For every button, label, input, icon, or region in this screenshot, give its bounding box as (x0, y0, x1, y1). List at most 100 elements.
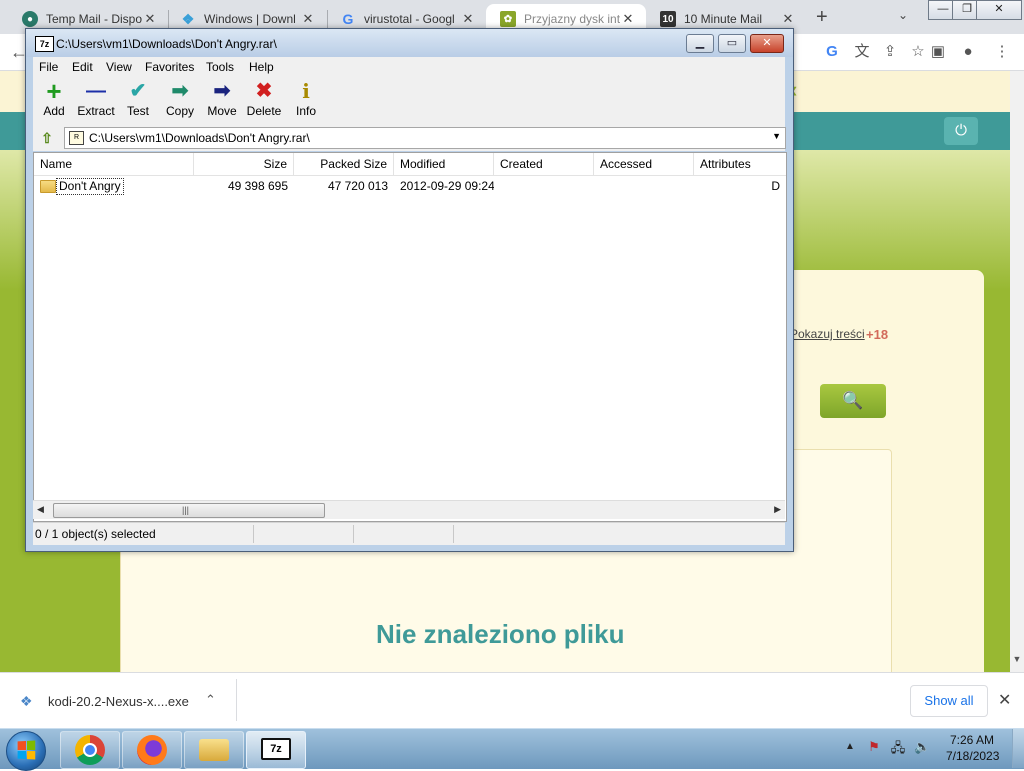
add-button[interactable]: + Add (33, 78, 75, 123)
download-bar: ❖ kodi-20.2-Nexus-x....exe ⌃ Show all ✕ (0, 672, 1024, 729)
file-name[interactable]: Don't Angry (56, 178, 124, 195)
side-panel-icon[interactable]: ▣ (928, 42, 948, 62)
share-icon[interactable]: ⇪ (880, 42, 900, 62)
search-icon: 🔍 (842, 391, 864, 410)
close-button[interactable]: ✕ (750, 34, 784, 53)
column-name[interactable]: Name (34, 153, 194, 175)
bookmark-star-icon[interactable]: ☆ (908, 42, 928, 62)
close-icon[interactable]: ✕ (300, 11, 316, 27)
file-attributes: D (771, 179, 780, 193)
show-all-button[interactable]: Show all (910, 685, 988, 717)
new-tab-button[interactable]: + (816, 6, 828, 29)
column-packed-size[interactable]: Packed Size (294, 153, 394, 175)
close-icon[interactable]: ✕ (620, 11, 636, 27)
tab-label: Przyjazny dysk int (524, 12, 620, 26)
divider (236, 679, 237, 721)
google-lens-icon[interactable]: G (822, 42, 842, 62)
file-modified: 2012-09-29 09:24 (400, 179, 494, 193)
tray-chevron-up-icon[interactable]: ▲ (845, 741, 855, 752)
scroll-left-icon[interactable]: ◀ (37, 504, 44, 515)
kodi-icon: ❖ (20, 693, 33, 709)
file-packed-size: 47 720 013 (327, 179, 388, 193)
profile-icon[interactable]: ● (958, 42, 978, 62)
tenminutemail-icon: 10 (660, 11, 676, 27)
maximize-button[interactable]: ▭ (718, 34, 746, 53)
7zip-toolbar: + Add — Extract ✔ Test ➡ Copy ➡ Move ✖ D… (33, 77, 785, 125)
window-title: C:\Users\vm1\Downloads\Don't Angry.rar\ (56, 37, 277, 51)
extract-button[interactable]: — Extract (75, 79, 117, 123)
file-list: Name Size Packed Size Modified Created A… (33, 152, 787, 522)
status-divider (353, 525, 354, 543)
page-scrollbar[interactable] (1010, 71, 1024, 672)
translate-icon[interactable]: 文 (852, 42, 872, 62)
file-size: 49 398 695 (227, 179, 288, 193)
file-list-header: Name Size Packed Size Modified Created A… (34, 153, 786, 176)
windows-logo-icon (17, 740, 36, 760)
search-button[interactable]: 🔍 (820, 384, 886, 418)
7zip-title-bar[interactable]: 7z C:\Users\vm1\Downloads\Don't Angry.ra… (26, 29, 793, 57)
menu-help[interactable]: Help (249, 60, 274, 74)
chrome-icon (75, 735, 105, 765)
tab-search-icon[interactable]: ⌄ (898, 8, 908, 22)
network-icon[interactable]: 🖧 (890, 739, 906, 755)
browser-close-button[interactable]: ✕ (976, 0, 1022, 20)
taskbar-firefox[interactable] (122, 731, 182, 769)
firefox-icon (137, 735, 167, 765)
scroll-down-icon[interactable]: ▼ (1010, 654, 1024, 670)
address-field[interactable]: R C:\Users\vm1\Downloads\Don't Angry.rar… (64, 127, 786, 149)
column-created[interactable]: Created (494, 153, 594, 175)
taskbar-explorer[interactable] (184, 731, 244, 769)
close-icon[interactable]: ✕ (780, 11, 796, 27)
status-divider (253, 525, 254, 543)
column-modified[interactable]: Modified (394, 153, 494, 175)
taskbar-chrome[interactable] (60, 731, 120, 769)
column-accessed[interactable]: Accessed (594, 153, 694, 175)
volume-icon[interactable]: 🔈 (914, 739, 930, 755)
close-icon[interactable]: ✕ (142, 11, 158, 27)
scroll-right-icon[interactable]: ▶ (774, 504, 781, 515)
chevron-up-icon[interactable]: ⌃ (205, 692, 216, 708)
google-icon: G (342, 11, 354, 27)
move-button[interactable]: ➡ Move (201, 79, 243, 123)
horizontal-scrollbar[interactable]: ◀ ||| ▶ (33, 500, 785, 519)
menu-view[interactable]: View (106, 60, 132, 74)
copy-button[interactable]: ➡ Copy (159, 79, 201, 123)
file-accessed (594, 177, 694, 195)
table-row[interactable]: Don't Angry 49 398 695 47 720 013 2012-0… (34, 177, 786, 195)
status-bar: 0 / 1 object(s) selected (33, 522, 785, 545)
up-folder-icon[interactable]: ⇧ (38, 129, 56, 147)
taskbar-7zip[interactable]: 7z (246, 731, 306, 769)
menu-dots-icon[interactable]: ⋮ (992, 42, 1012, 62)
address-text: C:\Users\vm1\Downloads\Don't Angry.rar\ (89, 131, 310, 145)
delete-button[interactable]: ✖ Delete (243, 79, 285, 123)
tempmail-icon: ● (22, 11, 38, 27)
menu-favorites[interactable]: Favorites (145, 60, 194, 74)
menu-file[interactable]: File (39, 60, 58, 74)
chevron-down-icon[interactable]: ▼ (772, 131, 781, 141)
menu-tools[interactable]: Tools (206, 60, 234, 74)
info-button[interactable]: i Info (285, 79, 327, 123)
checkmark-icon: ✔ (129, 80, 147, 102)
power-icon[interactable]: ⏻ (944, 117, 978, 145)
scrollbar-thumb[interactable]: ||| (53, 503, 325, 518)
download-filename[interactable]: kodi-20.2-Nexus-x....exe (48, 694, 189, 709)
test-button[interactable]: ✔ Test (117, 79, 159, 123)
minimize-button[interactable]: ▁ (686, 34, 714, 53)
menu-bar: File Edit View Favorites Tools Help (33, 57, 785, 77)
action-center-icon[interactable]: ⚑ (866, 739, 882, 755)
clock-date[interactable]: 7/18/2023 (946, 749, 999, 763)
menu-edit[interactable]: Edit (72, 60, 93, 74)
close-icon[interactable]: ✕ (998, 690, 1011, 710)
show-desktop-button[interactable] (1012, 729, 1024, 768)
close-icon[interactable]: ✕ (460, 11, 476, 27)
7zip-logo-icon: 7z (35, 36, 54, 52)
start-button[interactable] (6, 731, 46, 771)
show-content-link[interactable]: Pokazuj treści (790, 327, 865, 341)
clock-time[interactable]: 7:26 AM (950, 733, 994, 747)
archive-icon: R (69, 131, 84, 145)
column-attributes[interactable]: Attributes (694, 153, 786, 175)
toolbar-label: Copy (165, 104, 194, 118)
column-size[interactable]: Size (194, 153, 294, 175)
tab-label: Windows | Downl (204, 12, 296, 26)
copy-arrow-icon: ➡ (171, 80, 189, 102)
